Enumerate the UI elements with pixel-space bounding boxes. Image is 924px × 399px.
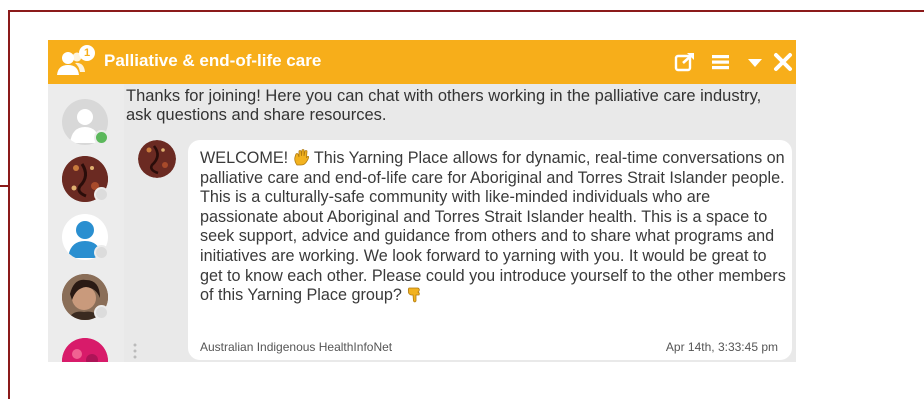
chat-titlebar[interactable]: 1 Palliative & end-of-life care bbox=[48, 40, 796, 84]
message-text: WELCOME! This Yarning Place allows for d… bbox=[200, 149, 792, 306]
collapse-icon[interactable] bbox=[744, 52, 766, 72]
offline-status-icon bbox=[94, 187, 109, 202]
offline-status-icon bbox=[94, 245, 109, 260]
message-bubble: WELCOME! This Yarning Place allows for d… bbox=[188, 140, 792, 360]
message-text-start: WELCOME! bbox=[200, 149, 293, 167]
message-text-main: This Yarning Place allows for dynamic, r… bbox=[200, 149, 786, 305]
page-frame-stub bbox=[0, 185, 10, 187]
page-frame-left-border bbox=[8, 10, 10, 399]
member-count-badge: 1 bbox=[79, 45, 95, 61]
resize-handle[interactable] bbox=[132, 342, 138, 362]
member-avatar[interactable] bbox=[62, 338, 108, 362]
waving-hand-icon bbox=[293, 149, 310, 166]
page-frame-top-border bbox=[8, 10, 924, 12]
message-author: Australian Indigenous HealthInfoNet bbox=[200, 340, 393, 354]
members-sidebar bbox=[48, 84, 124, 362]
popout-icon[interactable] bbox=[674, 52, 696, 72]
menu-icon[interactable] bbox=[710, 52, 732, 72]
pointing-down-hand-icon bbox=[406, 286, 423, 303]
close-icon[interactable] bbox=[772, 52, 794, 72]
message-author-avatar[interactable] bbox=[138, 140, 176, 178]
offline-status-icon bbox=[94, 305, 109, 320]
chat-intro-text: Thanks for joining! Here you can chat wi… bbox=[126, 87, 762, 124]
message-timestamp: Apr 14th, 3:33:45 pm bbox=[665, 340, 778, 354]
online-status-icon bbox=[94, 130, 109, 145]
chat-window: 1 Palliative & end-of-life care Thanks f… bbox=[48, 40, 796, 362]
chat-title: Palliative & end-of-life care bbox=[104, 51, 322, 70]
